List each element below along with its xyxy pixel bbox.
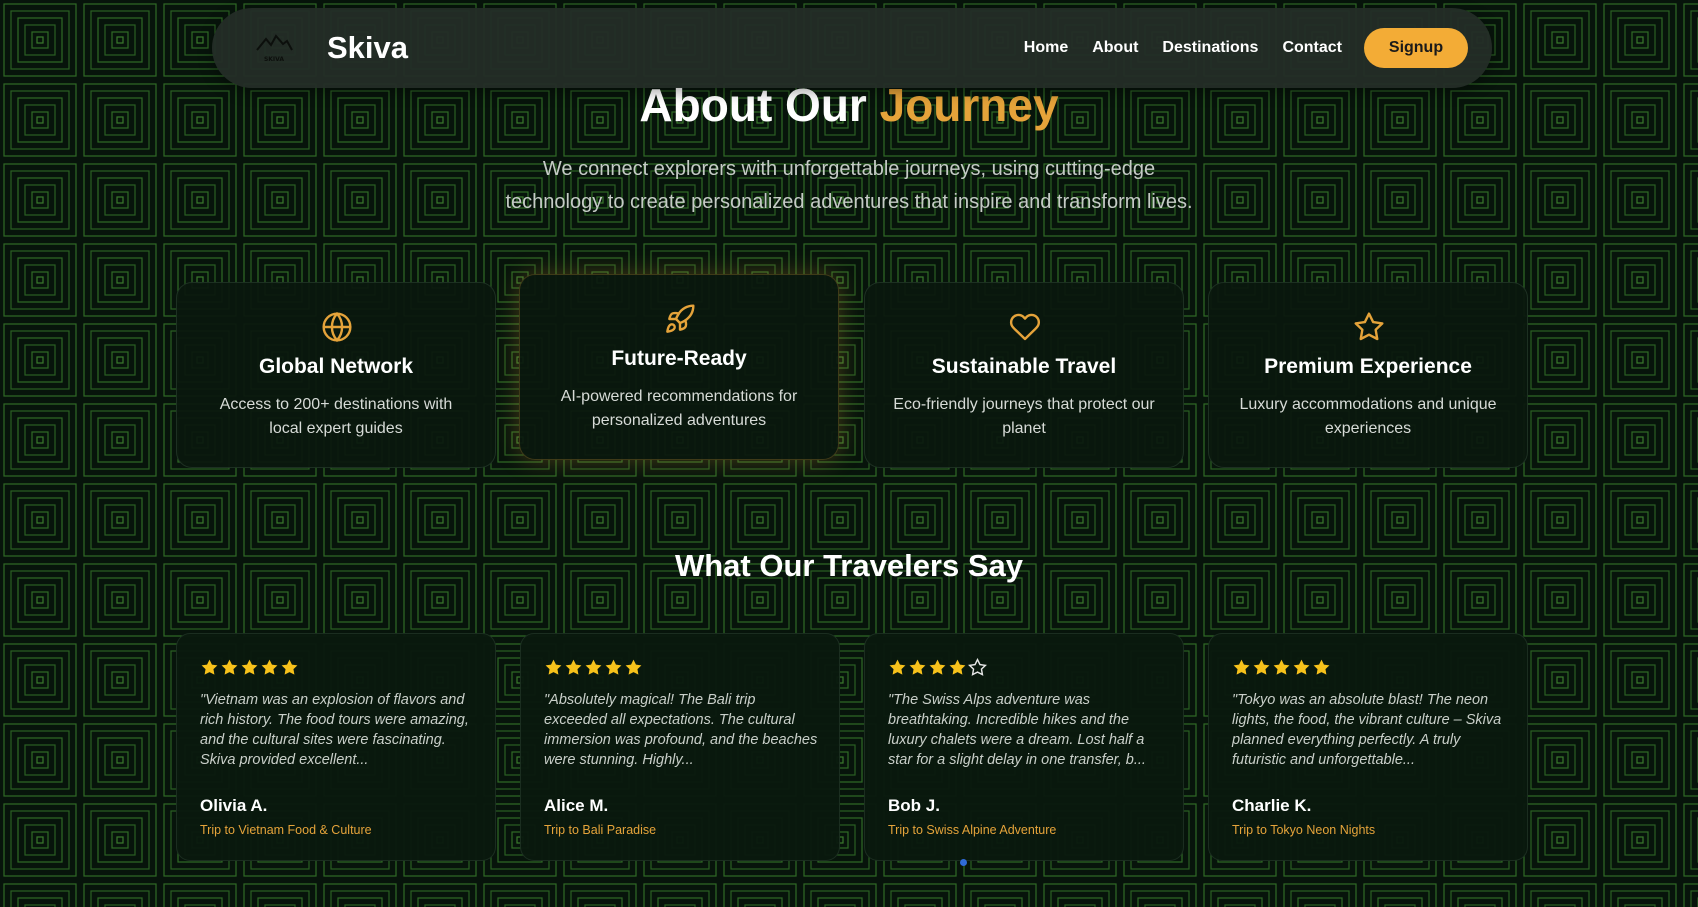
star-filled-icon — [261, 659, 278, 675]
navbar: SKIVA Skiva Home About Destinations Cont… — [212, 8, 1492, 88]
signup-button[interactable]: Signup — [1364, 28, 1468, 68]
feature-card-sustainable-travel: Sustainable Travel Eco-friendly journeys… — [864, 282, 1184, 468]
review-trip[interactable]: Trip to Vietnam Food & Culture — [200, 823, 372, 837]
star-filled-icon — [241, 659, 258, 675]
star-filled-icon — [929, 659, 946, 675]
feature-card-future-ready: Future-Ready AI-powered recommendations … — [519, 274, 839, 460]
review-trip[interactable]: Trip to Swiss Alpine Adventure — [888, 823, 1056, 837]
nav-home-link[interactable]: Home — [1024, 39, 1068, 57]
review-quote: "The Swiss Alps adventure was breathtaki… — [888, 692, 1146, 768]
feature-title: Global Network — [258, 355, 414, 378]
testimonials-title: What Our Travelers Say — [674, 548, 1024, 583]
star-filled-icon — [909, 659, 926, 675]
star-icon — [1353, 311, 1385, 343]
about-subtitle-line1: We connect explorers with unforgettable … — [542, 158, 1156, 180]
star-filled-icon — [1253, 659, 1270, 675]
star-filled-icon — [585, 659, 602, 675]
nav-contact-link[interactable]: Contact — [1282, 39, 1342, 57]
star-filled-icon — [545, 659, 562, 675]
feature-description: Luxury accommodations and unique experie… — [1239, 396, 1497, 437]
reviewer-name: Alice M. — [544, 796, 609, 815]
star-rating — [1232, 658, 1331, 677]
feature-description: AI-powered recommendations for personali… — [560, 388, 798, 429]
review-quote: "Tokyo was an absolute blast! The neon l… — [1232, 692, 1502, 768]
feature-title: Sustainable Travel — [931, 355, 1117, 378]
review-trip[interactable]: Trip to Bali Paradise — [544, 823, 656, 837]
review-card: "Absolutely magical! The Bali trip excee… — [520, 633, 840, 861]
about-subtitle: We connect explorers with unforgettable … — [449, 153, 1249, 219]
star-filled-icon — [281, 659, 298, 675]
logo-icon[interactable]: SKIVA — [254, 30, 294, 66]
star-rating — [200, 658, 299, 677]
globe-icon — [321, 311, 353, 343]
star-rating — [544, 658, 643, 677]
feature-description: Access to 200+ destinations with local e… — [219, 396, 453, 437]
reviewer-name: Bob J. — [888, 796, 940, 815]
nav-about-link[interactable]: About — [1092, 39, 1138, 57]
reviewer-name: Charlie K. — [1232, 796, 1312, 815]
reviewer-name: Olivia A. — [200, 796, 268, 815]
nav-links: Home About Destinations Contact — [1024, 8, 1342, 88]
feature-card-premium-experience: Premium Experience Luxury accommodations… — [1208, 282, 1528, 468]
feature-card-global-network: Global Network Access to 200+ destinatio… — [176, 282, 496, 468]
star-filled-icon — [625, 659, 642, 675]
star-filled-icon — [201, 659, 218, 675]
star-filled-icon — [1313, 659, 1330, 675]
review-quote: "Vietnam was an explosion of flavors and… — [200, 692, 469, 768]
star-filled-icon — [889, 659, 906, 675]
star-filled-icon — [605, 659, 622, 675]
review-card: "Tokyo was an absolute blast! The neon l… — [1208, 633, 1528, 861]
rocket-icon — [664, 303, 696, 335]
star-filled-icon — [1293, 659, 1310, 675]
about-subtitle-line2: technology to create personalized advent… — [505, 191, 1193, 213]
star-filled-icon — [221, 659, 238, 675]
feature-description: Eco-friendly journeys that protect our p… — [893, 396, 1155, 437]
brand-name[interactable]: Skiva — [327, 30, 408, 66]
star-filled-icon — [565, 659, 582, 675]
star-filled-icon — [1273, 659, 1290, 675]
star-filled-icon — [949, 659, 966, 675]
star-filled-icon — [1233, 659, 1250, 675]
star-empty-icon — [968, 658, 987, 676]
nav-destinations-link[interactable]: Destinations — [1162, 39, 1258, 57]
star-rating — [888, 658, 987, 677]
logo-text: SKIVA — [264, 56, 284, 63]
feature-title: Future-Ready — [611, 347, 747, 370]
feature-title: Premium Experience — [1264, 355, 1472, 378]
review-card: "Vietnam was an explosion of flavors and… — [176, 633, 496, 861]
review-quote: "Absolutely magical! The Bali trip excee… — [544, 692, 818, 768]
review-trip[interactable]: Trip to Tokyo Neon Nights — [1232, 823, 1375, 837]
heart-icon — [1009, 311, 1041, 343]
review-card: "The Swiss Alps adventure was breathtaki… — [864, 633, 1184, 861]
carousel-indicator-dot[interactable] — [960, 859, 967, 866]
